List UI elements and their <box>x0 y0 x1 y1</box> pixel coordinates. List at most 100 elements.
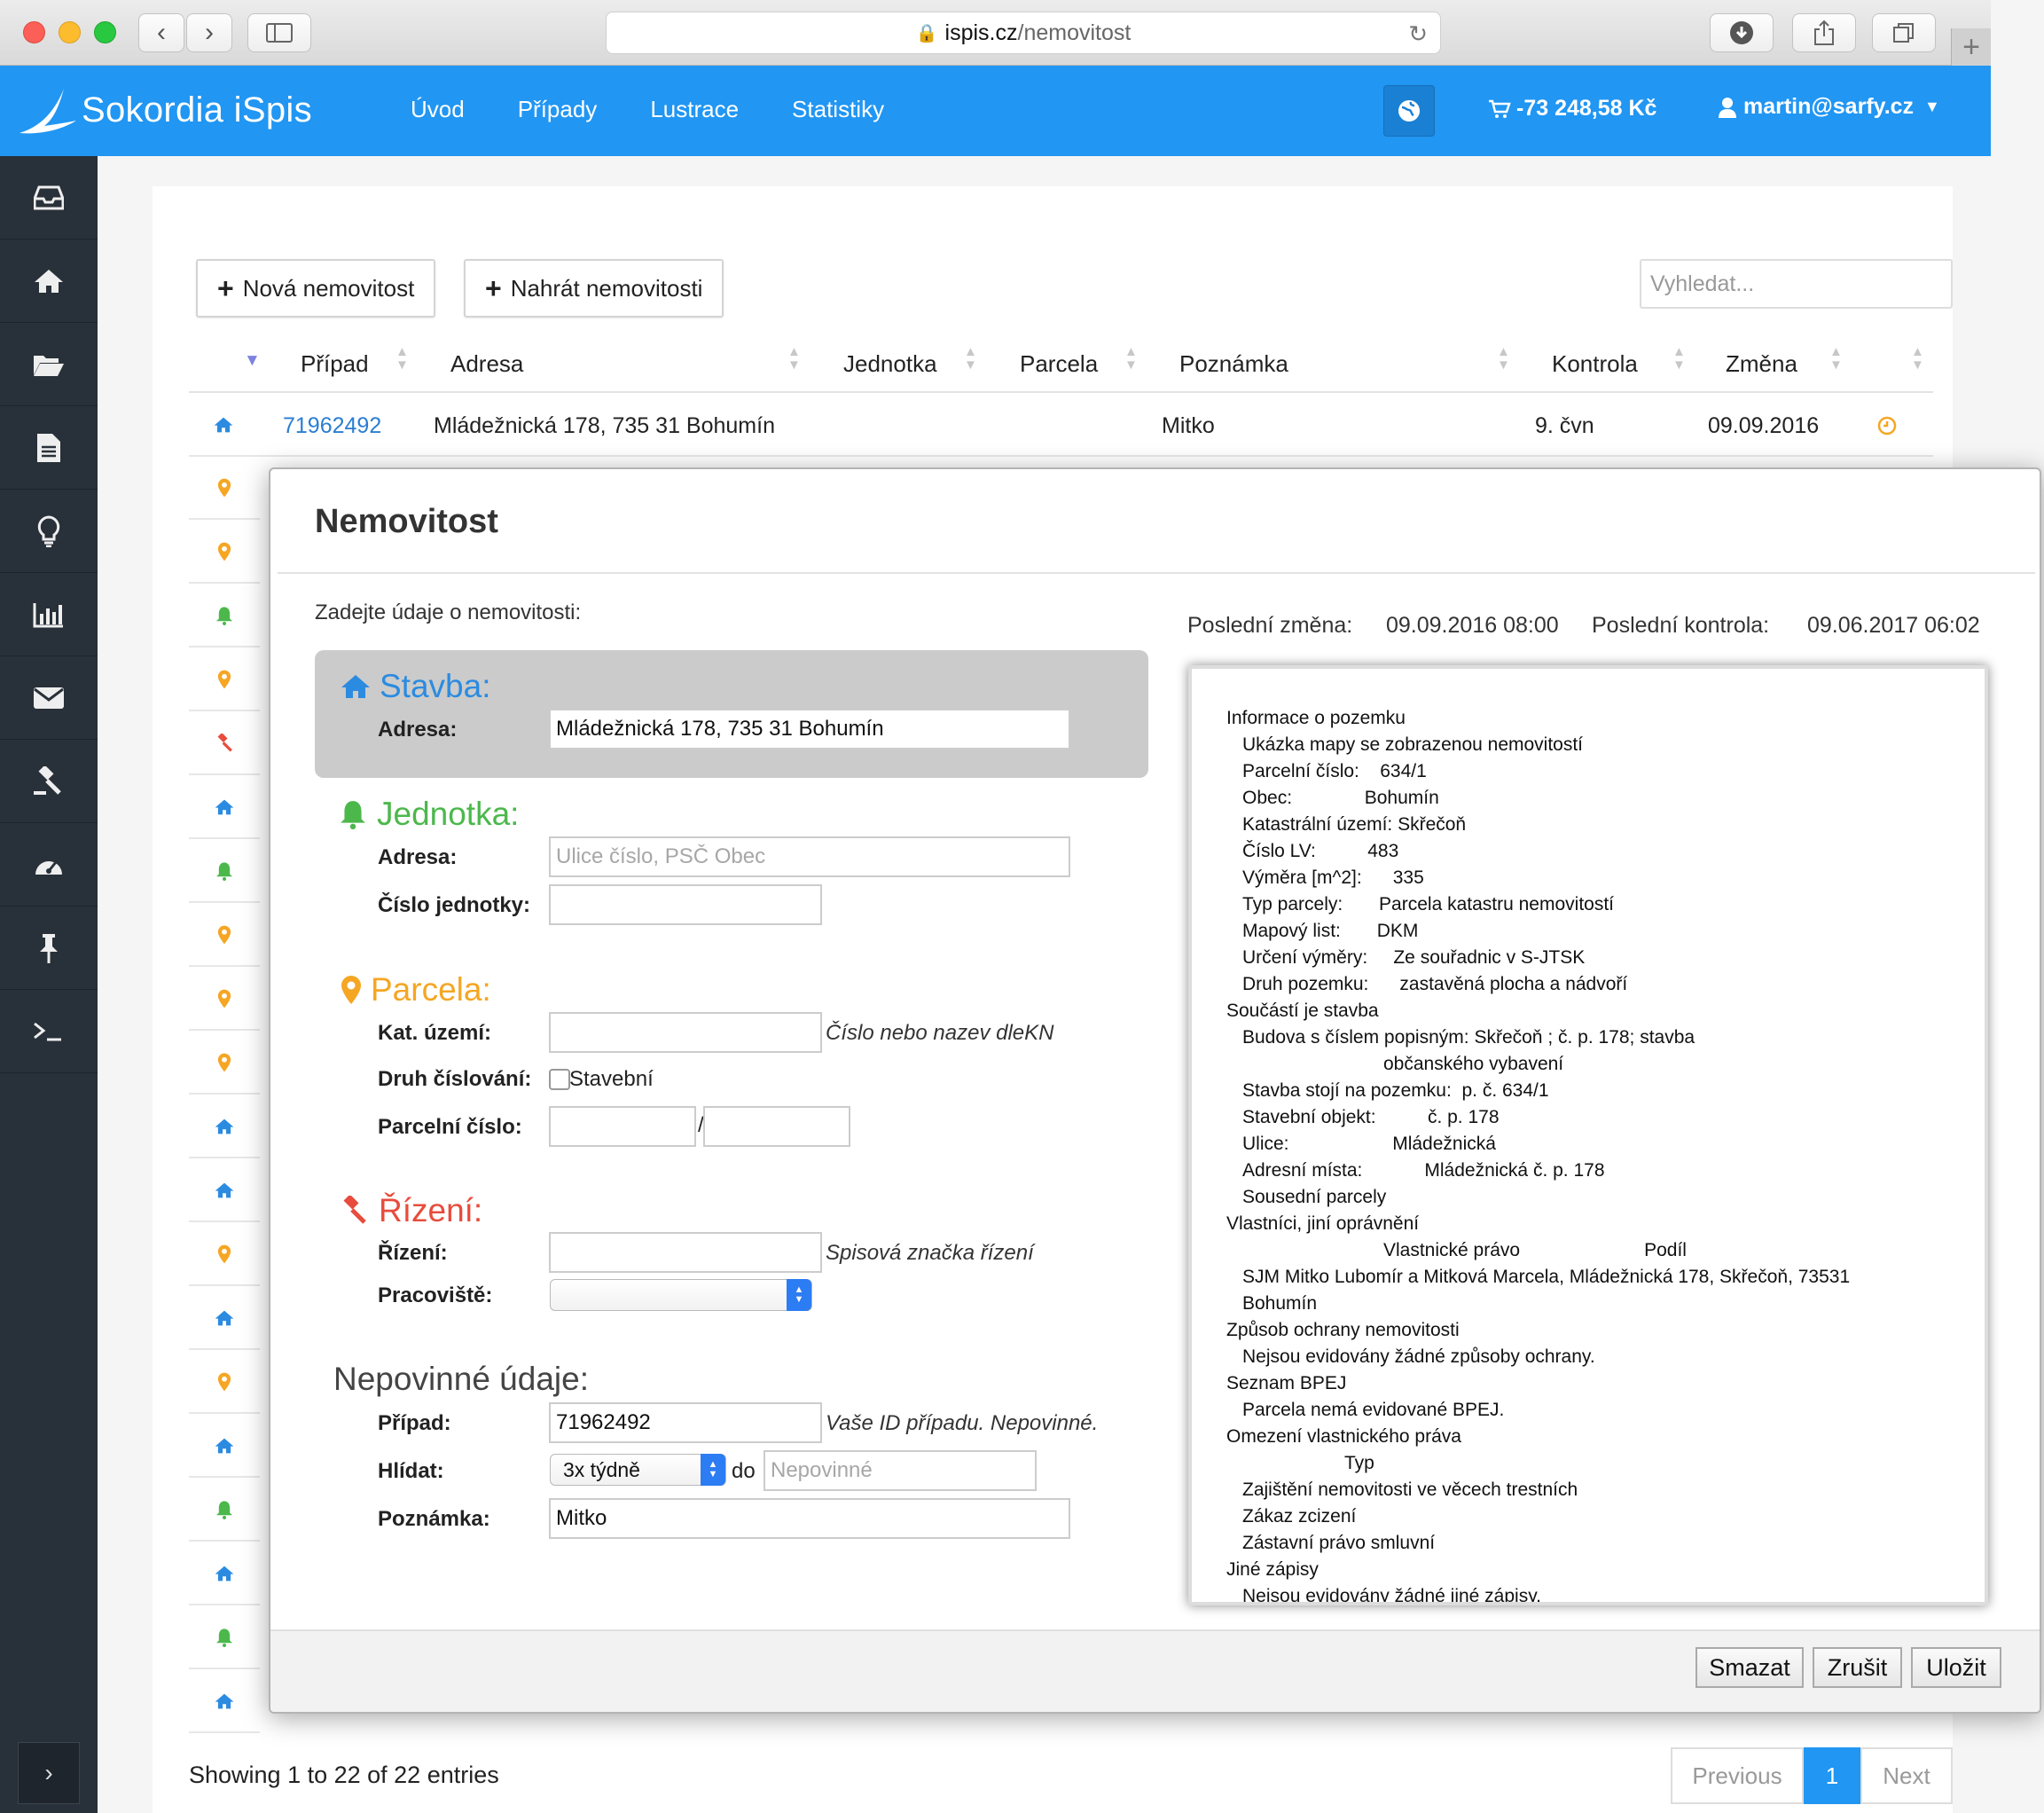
cancel-button[interactable]: Zrušit <box>1813 1647 1902 1688</box>
table-row[interactable] <box>189 1416 260 1478</box>
sidebar-item-proceedings[interactable] <box>0 740 98 823</box>
hlidat-do-input[interactable]: Nepovinné <box>764 1450 1037 1491</box>
page-1-button[interactable]: 1 <box>1804 1747 1860 1804</box>
prev-page-button[interactable]: Previous <box>1671 1747 1804 1804</box>
table-row[interactable] <box>189 1096 260 1158</box>
table-row[interactable] <box>189 649 260 711</box>
nav-uvod[interactable]: Úvod <box>411 96 465 123</box>
table-row[interactable] <box>189 1543 260 1605</box>
table-row[interactable] <box>189 777 260 839</box>
user-menu[interactable]: martin@sarfy.cz ▼ <box>1719 94 1940 120</box>
sidebar-item-inbox[interactable] <box>0 156 98 239</box>
th-parcela[interactable]: Parcela <box>1020 350 1098 378</box>
info-line: Typ <box>1344 1453 1374 1473</box>
info-line: Typ parcely: Parcela katastru nemovitost… <box>1242 894 1615 914</box>
nav-pripady[interactable]: Případy <box>518 96 598 123</box>
sidebar-item-messages[interactable] <box>0 656 98 740</box>
th-pripad[interactable]: Případ <box>301 350 369 378</box>
stavebni-checkbox[interactable] <box>549 1069 570 1090</box>
cislo-jednotky-input[interactable] <box>549 884 822 925</box>
table-row[interactable] <box>189 1032 260 1095</box>
sort-icon[interactable]: ▲ ▼ <box>1911 345 1924 372</box>
sort-icon[interactable]: ▲ ▼ <box>787 345 801 372</box>
pracoviste-select[interactable]: ▲ ▼ <box>550 1279 812 1311</box>
table-row[interactable]: 71962492 Mládežnická 178, 735 31 Bohumín… <box>189 395 1933 457</box>
table-row[interactable] <box>189 522 260 584</box>
poznamka-input[interactable]: Mitko <box>549 1498 1070 1539</box>
nav-statistiky[interactable]: Statistiky <box>792 96 884 123</box>
pripad-input[interactable]: 71962492 <box>549 1402 822 1443</box>
save-button[interactable]: Uložit <box>1911 1647 2001 1688</box>
cell-pripad[interactable]: 71962492 <box>283 413 381 439</box>
forward-button[interactable]: › <box>186 13 232 52</box>
sidebar-item-pinned[interactable] <box>0 906 98 990</box>
sidebar-item-home[interactable] <box>0 239 98 323</box>
language-button[interactable] <box>1383 85 1435 137</box>
info-line: Číslo LV: 483 <box>1242 841 1399 861</box>
brand[interactable]: Sokordia iSpis <box>18 85 312 135</box>
sidebar-item-documents[interactable] <box>0 406 98 490</box>
th-kontrola[interactable]: Kontrola <box>1552 350 1638 378</box>
sidebar-expand-button[interactable]: › <box>18 1742 80 1804</box>
nav-lustrace[interactable]: Lustrace <box>650 96 739 123</box>
table-row[interactable] <box>189 1160 260 1222</box>
upload-properties-button[interactable]: + Nahrát nemovitosti <box>464 259 724 318</box>
delete-button[interactable]: Smazat <box>1696 1647 1804 1688</box>
table-row[interactable] <box>189 458 260 520</box>
share-button[interactable] <box>1792 13 1856 52</box>
sidebar-item-statistics[interactable] <box>0 573 98 656</box>
th-zmena[interactable]: Změna <box>1726 350 1797 378</box>
table-row[interactable] <box>189 585 260 648</box>
sort-icon[interactable]: ▲ ▼ <box>1672 345 1686 372</box>
table-row[interactable] <box>189 1288 260 1350</box>
zoom-window-button[interactable] <box>94 21 116 43</box>
kat-uzemi-hint: Číslo nebo nazev dleKN <box>826 1021 1054 1045</box>
sort-icon[interactable]: ▲ ▼ <box>395 345 409 372</box>
th-jednotka[interactable]: Jednotka <box>843 350 937 378</box>
sidebar-item-console[interactable] <box>0 990 98 1073</box>
stavba-adresa-input[interactable]: Mládežnická 178, 735 31 Bohumín <box>549 709 1070 750</box>
minimize-window-button[interactable] <box>59 21 81 43</box>
parcelni-cislo-pod-input[interactable] <box>703 1106 850 1147</box>
sort-desc-icon[interactable]: ▼ <box>244 352 261 369</box>
hlidat-select[interactable]: 3x týdně ▲ ▼ <box>550 1454 726 1486</box>
new-property-button[interactable]: + Nová nemovitost <box>196 259 436 318</box>
clock-icon[interactable] <box>1877 416 1897 436</box>
table-row[interactable] <box>189 841 260 903</box>
sidebar-item-folders[interactable] <box>0 323 98 406</box>
parcelni-cislo-kmen-input[interactable] <box>549 1106 696 1147</box>
kat-uzemi-input[interactable] <box>549 1012 822 1053</box>
jednotka-adresa-input[interactable]: Ulice číslo, PSČ Obec <box>549 836 1070 877</box>
search-input[interactable]: Vyhledat... <box>1640 259 1953 309</box>
next-page-button[interactable]: Next <box>1860 1747 1953 1804</box>
table-row[interactable] <box>189 1479 260 1542</box>
table-row[interactable] <box>189 1607 260 1669</box>
poznamka-label: Poznámka: <box>378 1507 490 1531</box>
table-row[interactable] <box>189 969 260 1031</box>
sidebar-toggle-button[interactable] <box>247 13 311 52</box>
back-button[interactable]: ‹ <box>138 13 184 52</box>
th-poznamka[interactable]: Poznámka <box>1179 350 1288 378</box>
stavebni-checkbox-label[interactable]: Stavební <box>569 1067 654 1092</box>
table-row[interactable] <box>189 1224 260 1286</box>
tabs-overview-button[interactable] <box>1872 13 1936 52</box>
sort-icon[interactable]: ▲ ▼ <box>1124 345 1138 372</box>
rizeni-input[interactable] <box>549 1232 822 1273</box>
table-row[interactable] <box>189 1671 260 1733</box>
sort-icon[interactable]: ▲ ▼ <box>1829 345 1843 372</box>
new-tab-button[interactable]: + <box>1951 28 1991 66</box>
reload-icon[interactable]: ↻ <box>1408 20 1428 48</box>
th-adresa[interactable]: Adresa <box>450 350 523 378</box>
address-bar[interactable]: 🔒 ispis.cz/nemovitost ↻ <box>606 12 1441 54</box>
brand-logo-icon <box>20 89 76 134</box>
sort-icon[interactable]: ▲ ▼ <box>1497 345 1510 372</box>
downloads-button[interactable] <box>1710 13 1774 52</box>
cart[interactable]: -73 248,58 Kč <box>1488 96 1656 122</box>
close-window-button[interactable] <box>23 21 45 43</box>
table-row[interactable] <box>189 1352 260 1414</box>
table-row[interactable] <box>189 713 260 775</box>
sort-icon[interactable]: ▲ ▼ <box>964 345 977 372</box>
sidebar-item-ideas[interactable] <box>0 490 98 573</box>
table-row[interactable] <box>189 905 260 967</box>
sidebar-item-dashboard[interactable] <box>0 823 98 906</box>
